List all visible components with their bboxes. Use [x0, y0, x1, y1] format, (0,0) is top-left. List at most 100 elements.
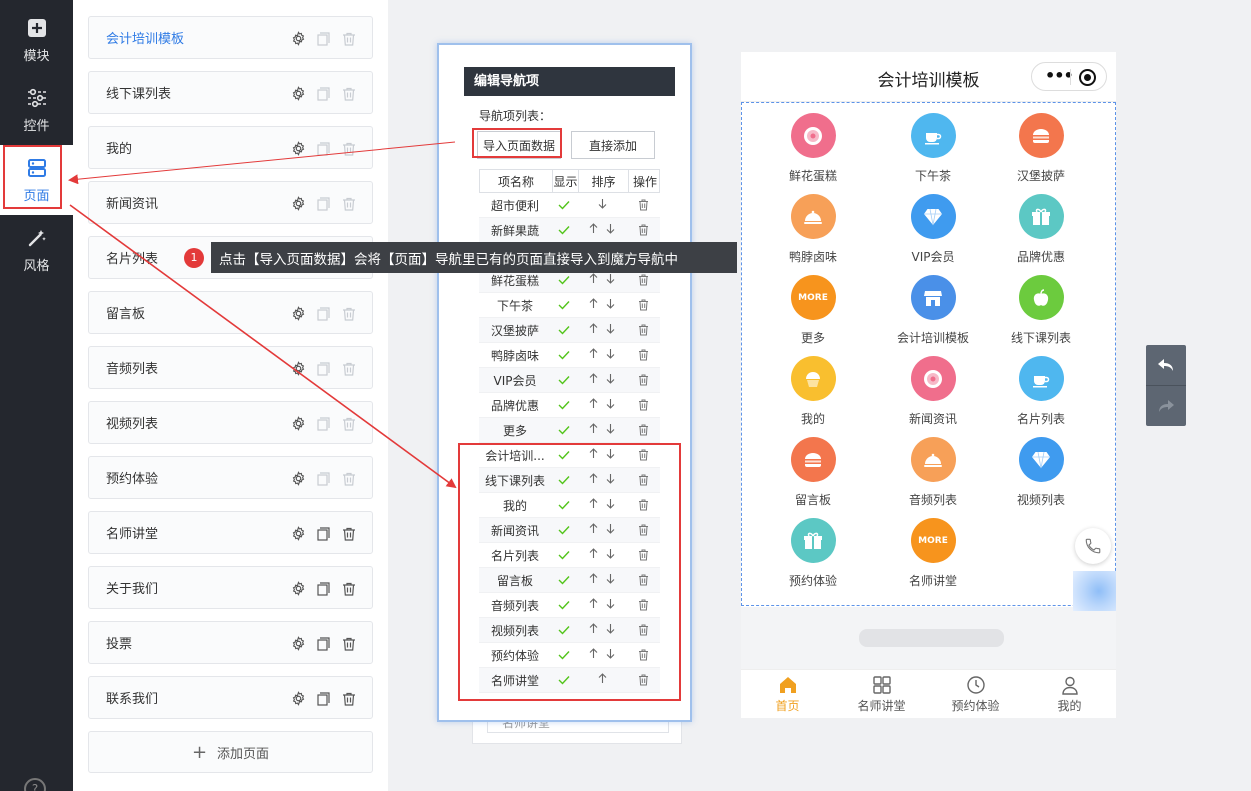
- check-icon[interactable]: [551, 593, 577, 617]
- move-down-icon[interactable]: [606, 648, 615, 662]
- check-icon[interactable]: [551, 518, 577, 542]
- page-list-item[interactable]: 名师讲堂: [88, 511, 373, 554]
- nav-grid-item[interactable]: 音频列表: [883, 437, 983, 517]
- nav-grid-item[interactable]: 鸭脖卤味: [763, 194, 863, 274]
- check-icon[interactable]: [551, 668, 577, 692]
- copy-icon[interactable]: [314, 469, 333, 488]
- help-icon[interactable]: ?: [24, 778, 46, 791]
- check-icon[interactable]: [551, 193, 577, 217]
- rail-item-controls[interactable]: 控件: [0, 75, 73, 145]
- copy-icon[interactable]: [314, 304, 333, 323]
- check-icon[interactable]: [551, 368, 577, 392]
- trash-icon[interactable]: [627, 643, 660, 667]
- nav-item-row[interactable]: 鸭脖卤味: [479, 343, 660, 368]
- move-up-icon[interactable]: [589, 298, 598, 312]
- nav-grid-item[interactable]: MORE 名师讲堂: [883, 518, 983, 598]
- nav-item-row[interactable]: 超市便利: [479, 193, 660, 218]
- nav-grid-item[interactable]: 下午茶: [883, 113, 983, 193]
- page-list-item[interactable]: 线下课列表: [88, 71, 373, 114]
- nav-item-row[interactable]: 音频列表: [479, 593, 660, 618]
- copy-icon[interactable]: [314, 29, 333, 48]
- move-up-icon[interactable]: [598, 673, 607, 687]
- move-down-icon[interactable]: [598, 198, 607, 212]
- trash-icon[interactable]: [627, 518, 660, 542]
- move-up-icon[interactable]: [589, 523, 598, 537]
- settings-icon[interactable]: [289, 414, 308, 433]
- move-down-icon[interactable]: [606, 573, 615, 587]
- move-down-icon[interactable]: [606, 273, 615, 287]
- copy-icon[interactable]: [314, 139, 333, 158]
- undo-button[interactable]: [1146, 345, 1186, 385]
- move-down-icon[interactable]: [606, 223, 615, 237]
- trash-icon[interactable]: [339, 469, 358, 488]
- trash-icon[interactable]: [339, 359, 358, 378]
- rail-item-modules[interactable]: 模块: [0, 5, 73, 75]
- copy-icon[interactable]: [314, 579, 333, 598]
- move-up-icon[interactable]: [589, 648, 598, 662]
- copy-icon[interactable]: [314, 194, 333, 213]
- trash-icon[interactable]: [339, 84, 358, 103]
- page-list-item[interactable]: 投票: [88, 621, 373, 664]
- trash-icon[interactable]: [627, 568, 660, 592]
- trash-icon[interactable]: [627, 218, 660, 242]
- settings-icon[interactable]: [289, 139, 308, 158]
- move-down-icon[interactable]: [606, 473, 615, 487]
- settings-icon[interactable]: [289, 194, 308, 213]
- check-icon[interactable]: [551, 393, 577, 417]
- nav-grid-item[interactable]: MORE 更多: [763, 275, 863, 355]
- nav-grid-item[interactable]: 我的: [763, 356, 863, 436]
- nav-grid-item[interactable]: 鲜花蛋糕: [763, 113, 863, 193]
- nav-item-row[interactable]: 更多: [479, 418, 660, 443]
- move-down-icon[interactable]: [606, 498, 615, 512]
- check-icon[interactable]: [551, 218, 577, 242]
- move-down-icon[interactable]: [606, 448, 615, 462]
- check-icon[interactable]: [551, 468, 577, 492]
- trash-icon[interactable]: [627, 368, 660, 392]
- nav-item-row[interactable]: 新闻资讯: [479, 518, 660, 543]
- nav-item-row[interactable]: 名片列表: [479, 543, 660, 568]
- move-down-icon[interactable]: [606, 598, 615, 612]
- trash-icon[interactable]: [627, 618, 660, 642]
- move-up-icon[interactable]: [589, 448, 598, 462]
- rail-item-style[interactable]: 风格: [0, 215, 73, 285]
- trash-icon[interactable]: [627, 493, 660, 517]
- move-up-icon[interactable]: [589, 598, 598, 612]
- trash-icon[interactable]: [627, 193, 660, 217]
- settings-icon[interactable]: [289, 579, 308, 598]
- page-list-item[interactable]: 音频列表: [88, 346, 373, 389]
- move-down-icon[interactable]: [606, 423, 615, 437]
- check-icon[interactable]: [551, 618, 577, 642]
- move-down-icon[interactable]: [606, 398, 615, 412]
- settings-icon[interactable]: [289, 304, 308, 323]
- move-up-icon[interactable]: [589, 223, 598, 237]
- nav-item-row[interactable]: 会计培训...: [479, 443, 660, 468]
- move-down-icon[interactable]: [606, 623, 615, 637]
- page-list-item[interactable]: 留言板: [88, 291, 373, 334]
- move-up-icon[interactable]: [589, 398, 598, 412]
- nav-item-row[interactable]: 品牌优惠: [479, 393, 660, 418]
- close-target-icon[interactable]: [1079, 69, 1096, 86]
- trash-icon[interactable]: [627, 318, 660, 342]
- rail-item-pages[interactable]: 页面: [0, 145, 73, 215]
- page-list-item[interactable]: 新闻资讯: [88, 181, 373, 224]
- page-list-item[interactable]: 视频列表: [88, 401, 373, 444]
- nav-item-row[interactable]: 线下课列表: [479, 468, 660, 493]
- trash-icon[interactable]: [627, 543, 660, 567]
- trash-icon[interactable]: [627, 393, 660, 417]
- copy-icon[interactable]: [314, 359, 333, 378]
- nav-grid-item[interactable]: 预约体验: [763, 518, 863, 598]
- page-list-item[interactable]: 关于我们: [88, 566, 373, 609]
- trash-icon[interactable]: [627, 593, 660, 617]
- settings-icon[interactable]: [289, 524, 308, 543]
- check-icon[interactable]: [551, 293, 577, 317]
- nav-item-row[interactable]: 名师讲堂: [479, 668, 660, 693]
- move-up-icon[interactable]: [589, 273, 598, 287]
- check-icon[interactable]: [551, 543, 577, 567]
- settings-icon[interactable]: [289, 359, 308, 378]
- add-page-button[interactable]: + 添加页面: [88, 731, 373, 773]
- nav-grid-item[interactable]: 汉堡披萨: [991, 113, 1091, 193]
- direct-add-button[interactable]: 直接添加: [571, 131, 655, 159]
- nav-grid-item[interactable]: 留言板: [763, 437, 863, 517]
- settings-icon[interactable]: [289, 29, 308, 48]
- trash-icon[interactable]: [339, 689, 358, 708]
